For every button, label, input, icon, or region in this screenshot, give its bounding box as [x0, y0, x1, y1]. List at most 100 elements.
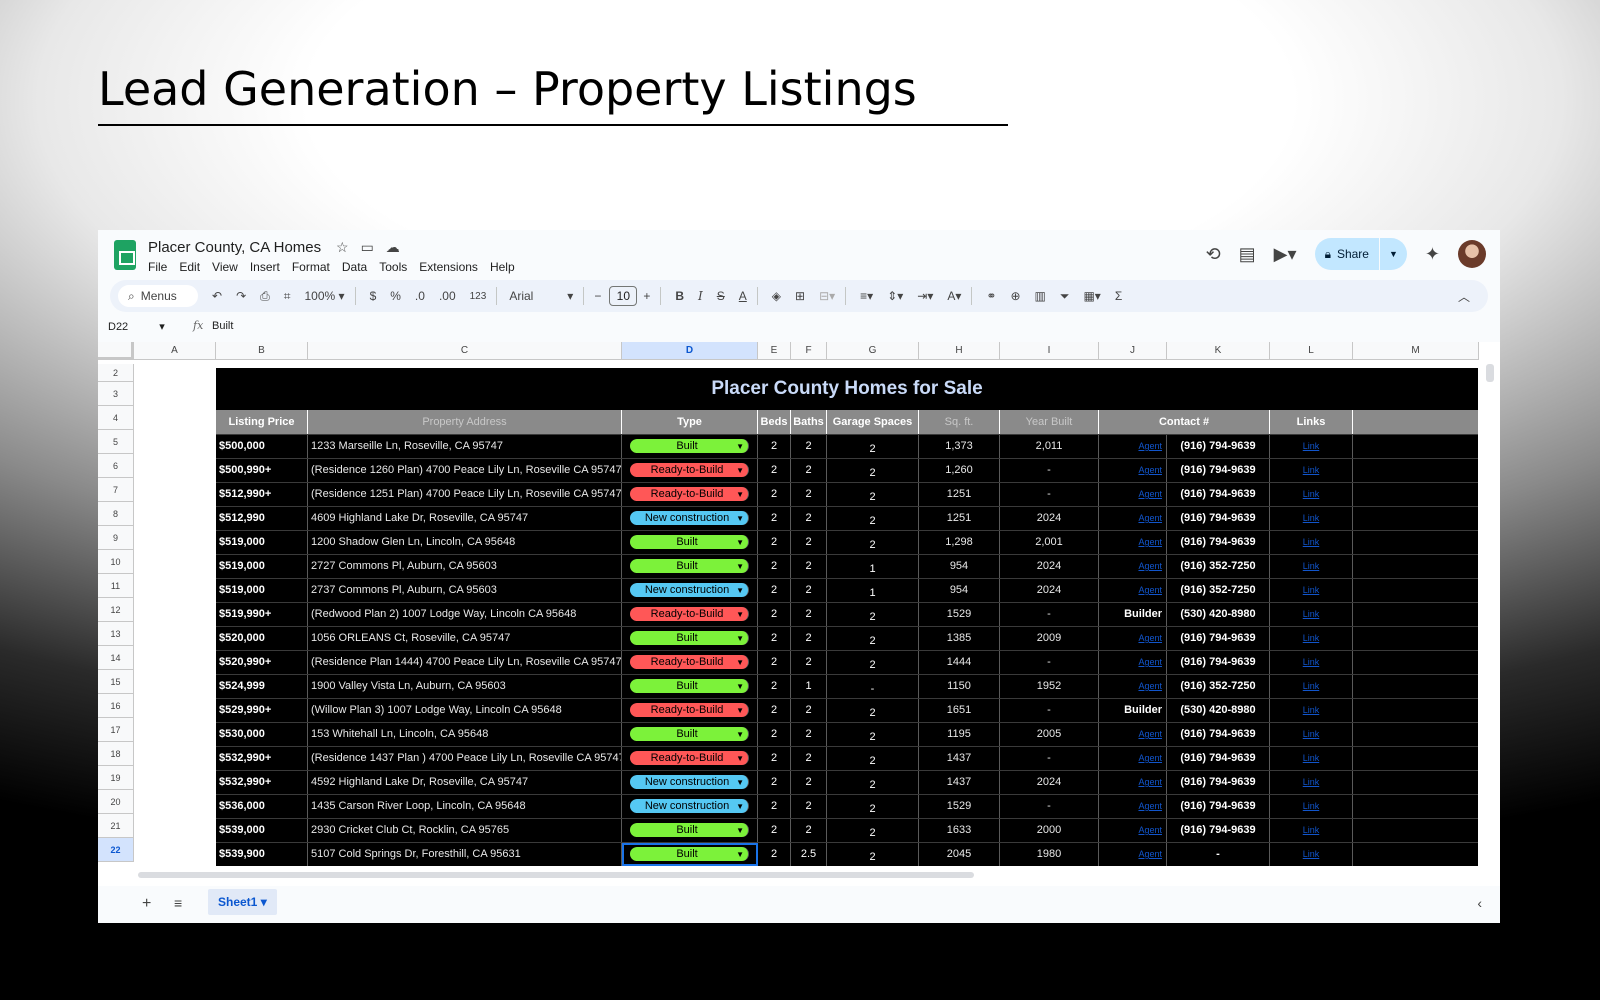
garage-cell[interactable]: 2: [827, 747, 919, 770]
listing-link[interactable]: Link: [1303, 681, 1320, 691]
listing-link[interactable]: Link: [1303, 777, 1320, 787]
contact-number-cell[interactable]: (916) 794-9639: [1167, 435, 1270, 458]
beds-cell[interactable]: 2: [758, 795, 791, 818]
listing-price-cell[interactable]: $519,000: [216, 555, 308, 578]
row-header-4[interactable]: 4: [98, 406, 134, 430]
listing-link[interactable]: Link: [1303, 609, 1320, 619]
listing-price-cell[interactable]: $524,999: [216, 675, 308, 698]
address-cell[interactable]: 1435 Carson River Loop, Lincoln, CA 9564…: [308, 795, 622, 818]
text-color-icon[interactable]: A: [739, 289, 747, 303]
type-dropdown-chip[interactable]: Ready-to-Build ▼: [630, 463, 749, 477]
garage-cell[interactable]: 2: [827, 843, 919, 866]
garage-cell[interactable]: 2: [827, 795, 919, 818]
contact-number-cell[interactable]: -: [1167, 843, 1270, 866]
sqft-cell[interactable]: 1651: [919, 699, 1000, 722]
address-cell[interactable]: (Redwood Plan 2) 1007 Lodge Way, Lincoln…: [308, 603, 622, 626]
baths-cell[interactable]: 2: [791, 771, 827, 794]
row-header-19[interactable]: 19: [98, 766, 134, 790]
font-size-decrease-icon[interactable]: −: [594, 289, 601, 303]
undo-icon[interactable]: ↶: [212, 289, 222, 303]
baths-cell[interactable]: 2: [791, 483, 827, 506]
row-header-11[interactable]: 11: [98, 574, 134, 598]
row-header-22[interactable]: 22: [98, 838, 134, 862]
beds-cell[interactable]: 2: [758, 435, 791, 458]
type-dropdown-chip[interactable]: Built ▼: [630, 847, 749, 861]
listing-price-cell[interactable]: $532,990+: [216, 771, 308, 794]
beds-cell[interactable]: 2: [758, 771, 791, 794]
strikethrough-icon[interactable]: S: [717, 289, 725, 303]
year-built-cell[interactable]: -: [1000, 795, 1099, 818]
menu-edit[interactable]: Edit: [179, 260, 200, 274]
listing-link[interactable]: Link: [1303, 561, 1320, 571]
functions-icon[interactable]: Σ: [1115, 289, 1122, 303]
year-built-cell[interactable]: 2024: [1000, 507, 1099, 530]
insert-chart-icon[interactable]: ▥: [1035, 289, 1046, 303]
print-icon[interactable]: ⎙: [260, 289, 270, 304]
column-header-e[interactable]: E: [758, 342, 791, 360]
merge-cells-icon[interactable]: ⊟▾: [819, 289, 835, 303]
listing-price-cell[interactable]: $500,000: [216, 435, 308, 458]
column-header-h[interactable]: H: [919, 342, 1000, 360]
column-header-g[interactable]: G: [827, 342, 919, 360]
listing-price-cell[interactable]: $539,000: [216, 819, 308, 842]
address-cell[interactable]: 1056 ORLEANS Ct, Roseville, CA 95747: [308, 627, 622, 650]
agent-link[interactable]: Agent: [1138, 849, 1162, 859]
type-cell[interactable]: Ready-to-Build ▼: [622, 459, 758, 482]
address-cell[interactable]: 2930 Cricket Club Ct, Rocklin, CA 95765: [308, 819, 622, 842]
sqft-cell[interactable]: 954: [919, 555, 1000, 578]
link-cell[interactable]: Link: [1270, 795, 1353, 818]
type-dropdown-chip[interactable]: Built ▼: [630, 559, 749, 573]
type-dropdown-chip[interactable]: Built ▼: [630, 439, 749, 453]
listing-link[interactable]: Link: [1303, 441, 1320, 451]
address-cell[interactable]: (Residence 1437 Plan ) 4700 Peace Lily L…: [308, 747, 622, 770]
garage-cell[interactable]: 1: [827, 555, 919, 578]
contact-number-cell[interactable]: (916) 794-9639: [1167, 723, 1270, 746]
contact-number-cell[interactable]: (916) 794-9639: [1167, 627, 1270, 650]
contact-type-cell[interactable]: Builder: [1099, 699, 1167, 722]
sqft-cell[interactable]: 1437: [919, 747, 1000, 770]
address-cell[interactable]: (Residence 1251 Plan) 4700 Peace Lily Ln…: [308, 483, 622, 506]
move-folder-icon[interactable]: ▭: [361, 239, 374, 256]
agent-link[interactable]: Agent: [1138, 801, 1162, 811]
baths-cell[interactable]: 2: [791, 507, 827, 530]
row-header-6[interactable]: 6: [98, 454, 134, 478]
garage-cell[interactable]: 2: [827, 603, 919, 626]
type-dropdown-chip[interactable]: New construction ▼: [630, 799, 749, 813]
type-dropdown-chip[interactable]: Ready-to-Build ▼: [630, 703, 749, 717]
contact-number-cell[interactable]: (916) 794-9639: [1167, 819, 1270, 842]
listing-link[interactable]: Link: [1303, 705, 1320, 715]
beds-cell[interactable]: 2: [758, 531, 791, 554]
address-cell[interactable]: 4609 Highland Lake Dr, Roseville, CA 957…: [308, 507, 622, 530]
beds-cell[interactable]: 2: [758, 699, 791, 722]
type-dropdown-chip[interactable]: Built ▼: [630, 679, 749, 693]
contact-type-cell[interactable]: Agent: [1099, 723, 1167, 746]
explore-collapse-icon[interactable]: ‹: [1477, 895, 1482, 911]
menu-data[interactable]: Data: [342, 260, 367, 274]
row-header-20[interactable]: 20: [98, 790, 134, 814]
menu-view[interactable]: View: [212, 260, 238, 274]
contact-type-cell[interactable]: Agent: [1099, 555, 1167, 578]
beds-cell[interactable]: 2: [758, 603, 791, 626]
link-cell[interactable]: Link: [1270, 699, 1353, 722]
agent-link[interactable]: Agent: [1138, 513, 1162, 523]
row-header-7[interactable]: 7: [98, 478, 134, 502]
add-sheet-icon[interactable]: +: [142, 895, 151, 913]
agent-link[interactable]: Agent: [1138, 657, 1162, 667]
contact-number-cell[interactable]: (916) 352-7250: [1167, 555, 1270, 578]
baths-cell[interactable]: 2: [791, 819, 827, 842]
font-select[interactable]: Arial ▾: [509, 289, 573, 303]
link-cell[interactable]: Link: [1270, 459, 1353, 482]
beds-cell[interactable]: 2: [758, 579, 791, 602]
contact-type-cell[interactable]: Agent: [1099, 675, 1167, 698]
currency-format-button[interactable]: $: [370, 289, 377, 303]
sqft-cell[interactable]: 2045: [919, 843, 1000, 866]
share-button[interactable]: 🔒︎ Share ▼: [1314, 238, 1407, 270]
redo-icon[interactable]: ↷: [236, 289, 246, 303]
contact-number-cell[interactable]: (916) 794-9639: [1167, 531, 1270, 554]
type-cell[interactable]: Built ▼: [622, 843, 758, 866]
link-cell[interactable]: Link: [1270, 627, 1353, 650]
sqft-cell[interactable]: 1633: [919, 819, 1000, 842]
address-cell[interactable]: (Residence Plan 1444) 4700 Peace Lily Ln…: [308, 651, 622, 674]
menu-tools[interactable]: Tools: [379, 260, 407, 274]
formula-input[interactable]: Built: [212, 320, 233, 332]
